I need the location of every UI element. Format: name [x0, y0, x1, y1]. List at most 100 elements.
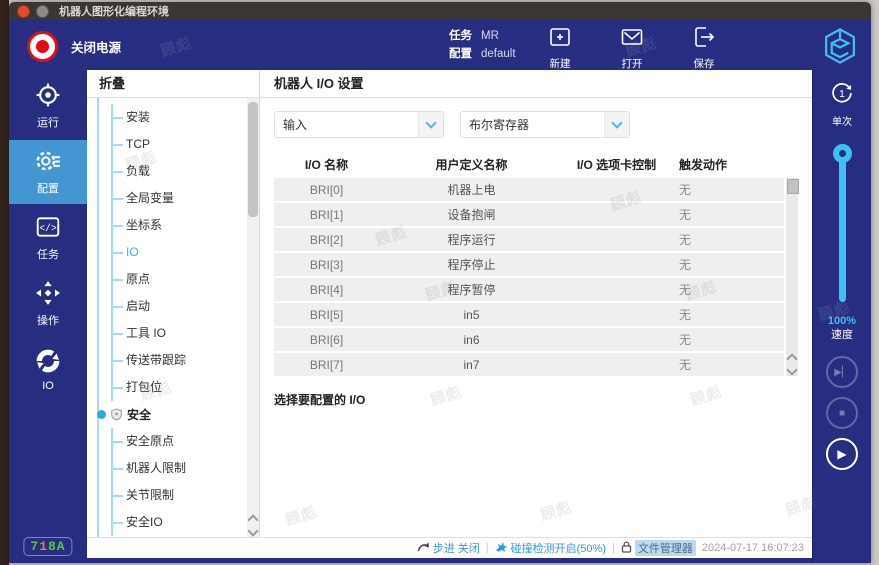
tree-item-install[interactable]: 安装 — [113, 104, 245, 131]
open-button[interactable]: 打开 — [609, 25, 655, 71]
play-icon: ▶ — [837, 447, 846, 461]
center-column: 折叠 安装 TCP 负载 全局变量 坐标系 IO 原点 启 — [87, 70, 812, 563]
single-cycle-button[interactable]: 1 单次 — [829, 80, 855, 128]
tree-item-tcp[interactable]: TCP — [113, 131, 245, 158]
content-area: 折叠 安装 TCP 负载 全局变量 坐标系 IO 原点 启 — [87, 70, 812, 537]
tree-item-safe-origin[interactable]: 安全原点 — [113, 428, 245, 455]
playback-controls: ▶▏ ■ ▶ — [826, 356, 858, 470]
nav-item-label: 配置 — [37, 180, 59, 196]
stop-button[interactable]: ■ — [826, 397, 858, 429]
table-row[interactable]: BRI[6] in6 无 — [274, 328, 784, 351]
col-io-name: I/O 名称 — [274, 156, 379, 173]
single-cycle-icon: 1 — [829, 80, 855, 111]
tree-item-io[interactable]: IO — [113, 239, 245, 266]
chevron-down-icon — [604, 112, 629, 137]
file-manager-button[interactable]: 文件管理器 — [621, 540, 696, 556]
desktop-edge — [0, 0, 9, 565]
io-direction-value: 输入 — [275, 116, 307, 133]
scroll-down-icon[interactable] — [247, 525, 258, 536]
tree-item-robot-limit[interactable]: 机器人限制 — [113, 455, 245, 482]
nav-item-config[interactable]: 配置 — [9, 140, 87, 204]
table-row[interactable]: BRI[7] in7 无 — [274, 353, 784, 376]
io-direction-select[interactable]: 输入 — [274, 111, 444, 138]
io-table: I/O 名称 用户定义名称 I/O 选项卡控制 触发动作 BRI[0] 机器上电… — [274, 150, 798, 378]
tree-item-conveyor[interactable]: 传送带跟踪 — [113, 347, 245, 374]
filters-row: 输入 布尔寄存器 — [274, 111, 798, 138]
tree-item-tool-io[interactable]: 工具 IO — [113, 320, 245, 347]
table-row[interactable]: BRI[1] 设备抱闸 无 — [274, 203, 784, 226]
step-icon — [417, 541, 430, 555]
col-trigger: 触发动作 — [669, 156, 784, 173]
run-icon — [35, 82, 61, 111]
tree-scrollbar[interactable] — [247, 98, 259, 537]
power-group: 关闭电源 — [27, 31, 121, 62]
config-tree-panel: 折叠 安装 TCP 负载 全局变量 坐标系 IO 原点 启 — [87, 70, 260, 537]
tree-item-joint-limit[interactable]: 关节限制 — [113, 482, 245, 509]
step-mode-label: 步进 关闭 — [433, 540, 480, 556]
scroll-up-icon[interactable] — [786, 353, 797, 364]
io-type-value: 布尔寄存器 — [461, 116, 529, 133]
speed-slider-track[interactable] — [839, 152, 846, 302]
tree-list: 安装 TCP 负载 全局变量 坐标系 IO 原点 启动 工具 IO 传送带跟踪 — [111, 104, 245, 401]
open-icon — [620, 25, 644, 54]
power-button[interactable] — [27, 31, 58, 62]
scroll-up-icon[interactable] — [247, 514, 258, 525]
step-forward-button[interactable]: ▶▏ — [826, 356, 858, 388]
file-manager-label: 文件管理器 — [635, 540, 696, 556]
table-row[interactable]: BRI[4] 程序暂停 无 — [274, 278, 784, 301]
collision-icon — [495, 541, 508, 556]
table-row[interactable]: BRI[2] 程序运行 无 — [274, 228, 784, 251]
app-body: 运行 配置 </ — [9, 70, 871, 563]
tree-item-startup[interactable]: 启动 — [113, 293, 245, 320]
left-nav: 运行 配置 </ — [9, 70, 87, 563]
nav-item-operate[interactable]: 操作 — [9, 272, 87, 336]
svg-text:1: 1 — [839, 89, 845, 100]
io-type-select[interactable]: 布尔寄存器 — [460, 111, 630, 138]
nav-item-label: IO — [42, 380, 54, 392]
tree-item-pack-pos[interactable]: 打包位 — [113, 374, 245, 401]
right-control-panel: 1 单次 100% 速度 ▶▏ ■ ▶ — [812, 70, 871, 563]
status-badge: 718A — [23, 537, 72, 556]
step-mode-toggle[interactable]: 步进 关闭 — [417, 540, 480, 556]
table-row[interactable]: BRI[3] 程序停止 无 — [274, 253, 784, 276]
window-close-button[interactable] — [17, 5, 30, 18]
tree-bullet-icon — [97, 410, 106, 419]
task-label: 任务 — [449, 30, 472, 42]
collision-detect-toggle[interactable]: 碰撞检测开启(50%) — [495, 540, 606, 556]
table-row[interactable]: BRI[0] 机器上电 无 — [274, 178, 784, 201]
operate-icon — [35, 280, 61, 309]
table-row[interactable]: BRI[5] in5 无 — [274, 303, 784, 326]
tree-item-global-vars[interactable]: 全局变量 — [113, 185, 245, 212]
tree-group-label: 安全 — [127, 406, 151, 423]
nav-item-task[interactable]: </> 任务 — [9, 206, 87, 270]
config-icon — [35, 148, 61, 177]
tree-item-safety-io[interactable]: 安全IO — [113, 509, 245, 536]
svg-text:</>: </> — [39, 223, 57, 234]
tree-item-origin[interactable]: 原点 — [113, 266, 245, 293]
bottom-accent-bar — [87, 558, 812, 563]
tree-item-coord[interactable]: 坐标系 — [113, 212, 245, 239]
save-button[interactable]: 保存 — [681, 25, 727, 71]
power-label: 关闭电源 — [71, 37, 121, 56]
app-window: 机器人图形化编程环境 关闭电源 任务MR 配置default — [9, 2, 871, 563]
separator: | — [486, 542, 489, 554]
nav-item-run[interactable]: 运行 — [9, 74, 87, 138]
nav-item-io[interactable]: IO — [9, 338, 87, 402]
table-scrollbar[interactable] — [786, 178, 798, 376]
new-button[interactable]: 新建 — [537, 25, 583, 71]
window-minimize-button[interactable] — [36, 5, 49, 18]
tree-collapse-header[interactable]: 折叠 — [87, 70, 259, 98]
shield-icon — [110, 408, 123, 421]
tree-scrollbar-thumb[interactable] — [248, 102, 258, 217]
tree-group-safety[interactable]: 安全 — [97, 401, 245, 428]
speed-slider[interactable] — [833, 144, 852, 302]
new-button-label: 新建 — [550, 56, 571, 71]
speed-slider-handle[interactable] — [833, 144, 852, 163]
play-button[interactable]: ▶ — [826, 438, 858, 470]
save-icon — [692, 25, 716, 54]
scroll-down-icon[interactable] — [786, 364, 797, 375]
page-title: 机器人 I/O 设置 — [260, 70, 812, 98]
tree-item-payload[interactable]: 负载 — [113, 158, 245, 185]
table-scrollbar-thumb[interactable] — [787, 179, 799, 194]
separator: | — [612, 542, 615, 554]
